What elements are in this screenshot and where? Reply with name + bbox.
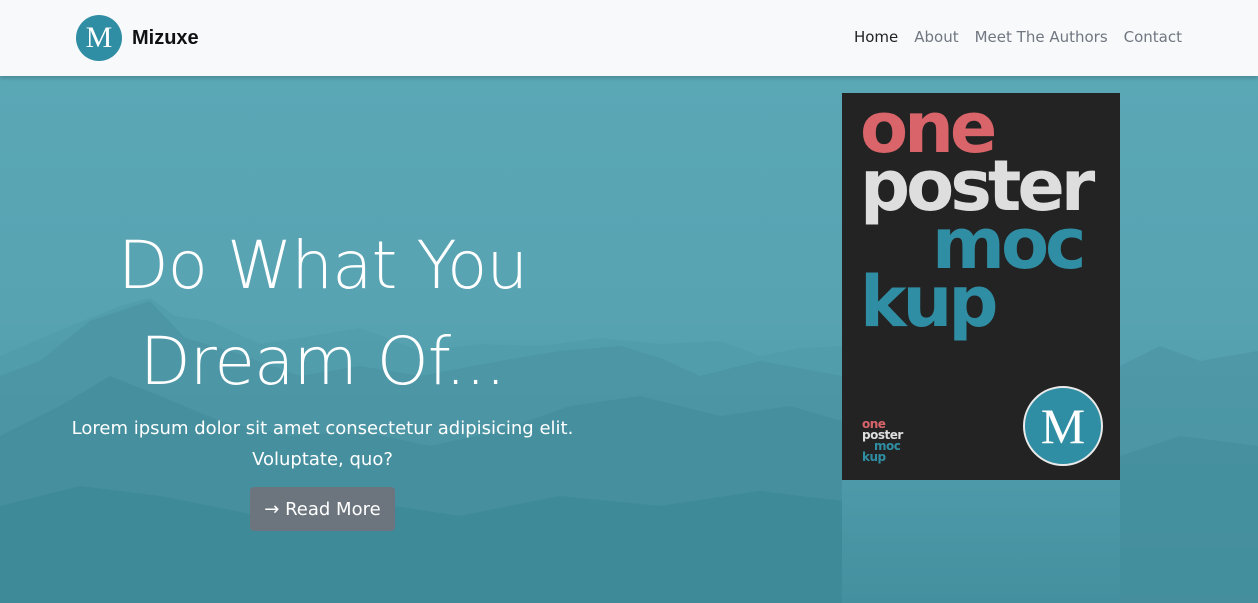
brand-link[interactable]: M Mizuxe — [76, 15, 199, 61]
hero-subtitle-line-1: Lorem ipsum dolor sit amet consectetur a… — [71, 418, 574, 439]
poster-headline: one poster moc kup — [860, 93, 1095, 337]
hero-title-line-2: Dream Of... — [139, 323, 506, 400]
read-more-button[interactable]: → Read More — [250, 487, 395, 531]
nav-link-home[interactable]: Home — [854, 28, 898, 46]
poster-small-logo: one poster moc kup — [862, 418, 903, 464]
nav-link-meet-the-authors[interactable]: Meet The Authors — [975, 28, 1108, 46]
hero-subtitle: Lorem ipsum dolor sit amet consectetur a… — [60, 413, 585, 475]
brand-logo-icon: M — [76, 15, 122, 61]
hero-title: Do What You Dream Of... — [60, 218, 585, 410]
poster-mockup-image: one poster moc kup one poster moc kup M — [842, 93, 1120, 480]
nav-link-contact[interactable]: Contact — [1124, 28, 1182, 46]
brand-name: Mizuxe — [132, 26, 199, 49]
hero-title-line-1: Do What You — [117, 227, 528, 304]
nav-link-about[interactable]: About — [914, 28, 958, 46]
navbar: M Mizuxe Home About Meet The Authors Con… — [0, 0, 1258, 76]
nav-links: Home About Meet The Authors Contact — [854, 28, 1182, 46]
poster-logo-icon: M — [1023, 386, 1103, 466]
hero-subtitle-line-2: Voluptate, quo? — [252, 449, 393, 470]
poster-small-word-kup: kup — [862, 450, 886, 464]
